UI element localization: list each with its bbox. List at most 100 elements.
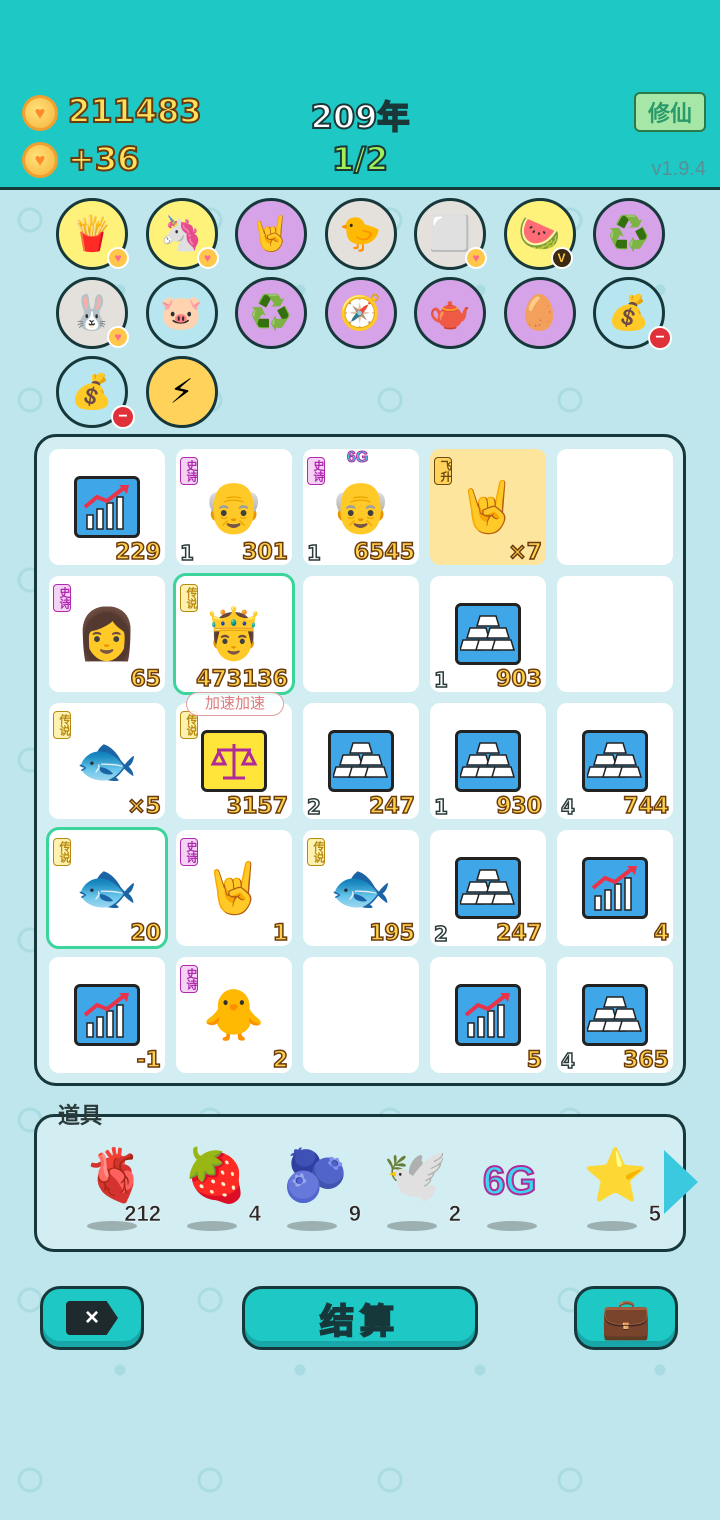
items-title: 道具: [58, 1103, 103, 1128]
rarity-tag: 史诗: [307, 457, 325, 485]
close-button[interactable]: ×: [40, 1286, 144, 1350]
skill-lightning-icon[interactable]: ⚡: [145, 356, 218, 428]
cell-value: 20: [130, 920, 162, 947]
remove-badge-icon[interactable]: −: [648, 326, 672, 350]
item-count: 2: [448, 1201, 461, 1227]
board-cell[interactable]: 4: [557, 830, 673, 947]
cell-value: ×5: [127, 793, 162, 820]
network-6g-label: 6G: [346, 449, 369, 467]
cell-value: 195: [368, 920, 415, 947]
board-cell[interactable]: 🐟 传说 20: [46, 827, 168, 949]
skill-piggy-bank-icon[interactable]: 🐷: [145, 277, 218, 349]
cell-level: 2: [306, 794, 321, 820]
skill-recycle-icon[interactable]: ♻️: [235, 277, 307, 349]
board-cell[interactable]: 1 930: [430, 703, 546, 820]
xiuxian-button[interactable]: 修仙: [634, 92, 706, 132]
skill-compass-icon[interactable]: 🧭: [324, 277, 397, 349]
item-6g[interactable]: 6G: [475, 1145, 565, 1235]
recycle-icon: ♻️: [249, 294, 293, 332]
board-cell[interactable]: 5: [430, 957, 546, 1074]
cell-value: 903: [495, 666, 542, 693]
item-bayberry[interactable]: 🍓 4: [175, 1145, 265, 1235]
items-next-arrow-icon[interactable]: [664, 1150, 698, 1214]
skill-egg-face-icon[interactable]: 🥚: [503, 277, 576, 349]
piggy-bank-icon: 🐷: [160, 294, 203, 332]
board-cell-empty[interactable]: [557, 449, 673, 565]
board-cell[interactable]: 👩 史诗 65: [49, 576, 165, 693]
cell-level: 4: [560, 794, 575, 820]
6g-icon: 6G: [482, 1158, 537, 1204]
board-cell[interactable]: 👴 史诗 1 301: [176, 449, 292, 566]
skill-unicorn-icon[interactable]: 🦄 ♥: [145, 198, 219, 270]
board-cell-empty[interactable]: [303, 957, 419, 1073]
board-cell[interactable]: 2 247: [303, 703, 419, 820]
rarity-tag: 传说: [307, 838, 325, 866]
cell-value: 473136: [195, 666, 288, 693]
board-cell[interactable]: 👴 6G 史诗 1 6545: [303, 449, 419, 566]
merge-board: 229 👴 史诗 1 301 👴 6G 史诗 1 6545 🤘 飞升 ×7 👩 史诗 65 🤴 传说 473136 1…: [34, 434, 686, 1086]
board-cell[interactable]: 🤴 传说 473136: [173, 573, 295, 695]
egg-face-icon: 🥚: [518, 294, 561, 332]
board-cell[interactable]: 🤘 史诗 1: [176, 830, 292, 947]
board-cell[interactable]: 🐟 传说 195: [303, 830, 419, 947]
cell-value: 229: [114, 539, 161, 566]
year-counter: 209年: [310, 97, 411, 137]
top-bar: ♥ 211483 ♥ +36 209年 1/2 修仙 v1.9.4: [0, 0, 720, 190]
cell-value: -1: [136, 1047, 162, 1074]
heart-badge-icon: ♥: [465, 247, 487, 269]
skill-chick-egg-icon[interactable]: 🐤: [324, 198, 397, 270]
skill-fruit-bowl-icon[interactable]: 🍉 V: [503, 198, 576, 270]
skill-gravy-boat-icon[interactable]: 🫖: [414, 277, 486, 349]
briefcase-icon: 💼: [601, 1296, 651, 1341]
board-cell[interactable]: 229: [49, 449, 165, 566]
blueberry-icon: 🫐: [283, 1147, 348, 1205]
board-cell[interactable]: 4 365: [557, 957, 673, 1074]
cell-value: 1: [272, 920, 289, 947]
version-label: v1.9.4: [651, 158, 706, 180]
close-icon: ×: [66, 1301, 118, 1335]
settle-button[interactable]: 结算: [242, 1286, 478, 1350]
king-icon-glyph: 🤴: [202, 605, 266, 662]
recycle-icon: ♻️: [607, 215, 651, 253]
skill-money-bag-icon[interactable]: 💰 −: [56, 356, 135, 429]
cell-value: 365: [622, 1047, 669, 1074]
fries-icon: 🍟: [70, 215, 114, 253]
board-cell[interactable]: 传说 3157: [176, 703, 292, 820]
rarity-tag: 传说: [53, 711, 71, 739]
cell-value: 2: [272, 1047, 289, 1074]
rarity-tag: 史诗: [180, 838, 198, 866]
board-cell[interactable]: 2 247: [430, 830, 546, 947]
skill-bunny-icon[interactable]: 🐰 ♥: [56, 277, 129, 349]
skill-sugar-cube-icon[interactable]: ⬜ ♥: [414, 198, 487, 270]
board-cell[interactable]: 🐥 史诗 2: [176, 957, 292, 1074]
girl-icon-glyph: 👩: [75, 605, 139, 662]
bag-button[interactable]: 💼: [574, 1286, 678, 1350]
item-pigeon[interactable]: 🕊️ 2: [375, 1145, 465, 1235]
rarity-tag: 史诗: [53, 584, 71, 612]
vip-badge-icon: V: [550, 247, 573, 269]
skill-recycle-icon[interactable]: ♻️: [593, 198, 665, 270]
rarity-tag: 传说: [180, 584, 198, 612]
cell-level: 1: [179, 540, 194, 566]
cell-value: 301: [241, 539, 288, 566]
skill-fries-icon[interactable]: 🍟 ♥: [56, 198, 129, 270]
board-cell[interactable]: 🐟 传说 ×5: [49, 703, 165, 820]
item-blueberry[interactable]: 🫐 9: [275, 1145, 365, 1235]
item-count: 5: [648, 1201, 661, 1227]
board-cell[interactable]: 4 744: [557, 703, 673, 820]
cell-value: 744: [622, 793, 669, 820]
board-cell-empty[interactable]: [557, 576, 673, 692]
fruit-bowl-icon: 🍉: [518, 215, 561, 253]
speedup-label[interactable]: 加速加速: [186, 692, 284, 716]
chick-icon-glyph: 🐥: [202, 986, 266, 1043]
item-star[interactable]: ⭐ 5: [575, 1145, 665, 1235]
board-cell[interactable]: -1: [49, 957, 165, 1074]
board-cell[interactable]: 🤘 飞升 ×7: [430, 449, 546, 566]
board-cell-empty[interactable]: [303, 576, 419, 692]
item-liver[interactable]: 🫀 212: [75, 1145, 165, 1235]
skill-money-bag-icon[interactable]: 💰 −: [593, 277, 672, 350]
cell-level: 2: [433, 921, 448, 947]
board-cell[interactable]: 1 903: [430, 576, 546, 693]
remove-badge-icon[interactable]: −: [111, 405, 135, 429]
skill-rock-hand-icon[interactable]: 🤘: [235, 198, 307, 270]
